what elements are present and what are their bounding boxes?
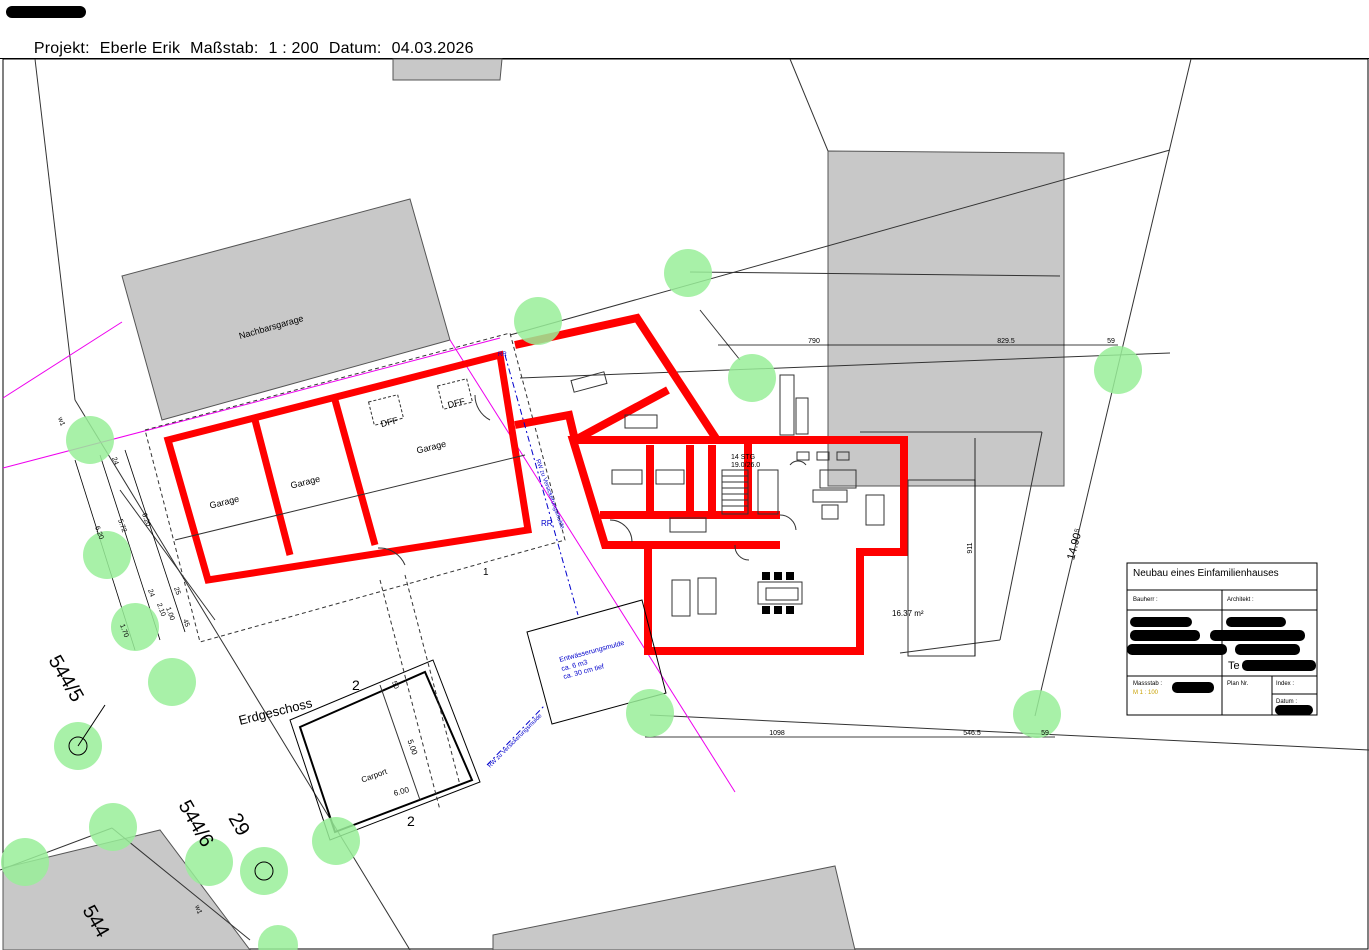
carport-mark-a: 2 xyxy=(352,677,360,693)
dim-top-c: 59 xyxy=(1107,338,1115,345)
label-carport: Carport xyxy=(360,767,389,785)
redacted-field xyxy=(6,6,86,18)
label-dff-1: DFF xyxy=(380,415,400,429)
tree xyxy=(312,817,360,865)
dim-left-e: 24 xyxy=(146,588,155,598)
swale-title: Entwässerungsmulde xyxy=(559,640,626,664)
tree xyxy=(514,297,562,345)
label-w1-a: w1 xyxy=(56,415,66,427)
site-plan-page: Projekt: Eberle Erik Maßstab: 1 : 200 Datum:… xyxy=(0,0,1369,950)
dim-top-a: 790 xyxy=(808,338,820,345)
parcel-boundaries xyxy=(0,58,1369,950)
title-block-title: Neubau eines Einfamilienhauses xyxy=(1133,568,1279,579)
access-dashed-line xyxy=(379,579,441,811)
dim-left-g: 2.10 xyxy=(155,602,166,617)
label-stairs-ratio: 19.0/26.0 xyxy=(731,462,760,469)
neighbour-building-bottom xyxy=(492,865,856,950)
title-block: Neubau eines Einfamilienhauses Bauherr :… xyxy=(1126,562,1318,716)
parcel-label-3: 29 xyxy=(224,810,254,840)
title-block-architekt: Architekt : xyxy=(1227,597,1254,603)
parcel-label-2: 544/6 xyxy=(174,797,218,851)
tree xyxy=(66,416,114,464)
dim-left-i: 25 xyxy=(172,586,181,596)
tree xyxy=(148,658,196,706)
tree xyxy=(1013,690,1061,738)
label-floor: Erdgeschoss xyxy=(237,695,314,728)
neighbour-building-right xyxy=(827,150,1065,487)
label-rr: RR xyxy=(541,519,553,528)
tree xyxy=(626,689,674,737)
dim-bottom-a: 1098 xyxy=(769,730,785,737)
datum-value: 04.03.2026 xyxy=(391,40,474,57)
dining-chairs xyxy=(762,572,794,614)
plan-header: Projekt: Eberle Erik Maßstab: 1 : 200 Datum:… xyxy=(0,0,1369,59)
massstab-value: 1 : 200 xyxy=(268,40,319,57)
dim-left-j: 45 xyxy=(181,618,190,628)
neighbour-building-top xyxy=(392,58,503,81)
datum-label: Datum: xyxy=(328,40,382,57)
tree xyxy=(1094,346,1142,394)
label-garage-1: Garage xyxy=(208,494,240,511)
tree xyxy=(728,354,776,402)
title-block-massstab: Massstab : xyxy=(1133,681,1162,687)
dim-left-b: 5.72 xyxy=(116,518,127,533)
label-terrace-area: 16.37 m² xyxy=(892,609,924,618)
neighbour-garage-building xyxy=(121,198,451,421)
dim-bottom-c: 59 xyxy=(1041,730,1049,737)
title-block-datum: Datum : xyxy=(1276,699,1297,705)
tree xyxy=(1,838,49,886)
label-garage-2: Garage xyxy=(289,474,321,491)
drawing-border xyxy=(2,58,1369,950)
projekt-label: Projekt: xyxy=(33,40,90,57)
tree xyxy=(258,925,298,950)
tree xyxy=(111,603,159,651)
tree xyxy=(185,838,233,886)
dim-diagonal: 14.90⁵ xyxy=(1065,527,1085,561)
title-block-te: Te xyxy=(1228,660,1240,672)
carport-mark-b: 2 xyxy=(407,813,415,829)
parcel-label-1: 544/5 xyxy=(44,652,88,706)
carport xyxy=(289,659,481,841)
carport-dim-b: 6.00 xyxy=(393,785,411,798)
title-block-bauherr: Bauherr : xyxy=(1133,597,1158,603)
label-dff-2: DFF xyxy=(447,396,467,410)
label-swale-pipe: RW zu Versickerungsmulde xyxy=(487,713,544,770)
carport-dim-a: 5.00 xyxy=(405,738,419,756)
tree xyxy=(89,803,137,851)
tree xyxy=(83,531,131,579)
label-rr-2: RR xyxy=(498,352,507,358)
carport-mark-c: 50 xyxy=(390,680,399,690)
dim-top-b: 829.5 xyxy=(997,338,1015,345)
title-block-plan-nr: Plan Nr. xyxy=(1227,681,1249,687)
label-garage-3: Garage xyxy=(415,439,447,456)
projekt-value: Eberle Erik xyxy=(99,40,181,57)
label-stairs: 14 STG xyxy=(731,454,755,461)
tree xyxy=(240,847,288,895)
tree xyxy=(664,249,712,297)
dim-right-vertical: 911 xyxy=(967,542,974,553)
dim-bottom-b: 546.5 xyxy=(963,730,981,737)
title-block-index: Index : xyxy=(1276,681,1294,687)
title-block-massstab-value: M 1 : 100 xyxy=(1133,690,1159,696)
massstab-label: Maßstab: xyxy=(190,40,259,57)
marker-1: 1 xyxy=(483,567,489,578)
site-plan-drawing: Nachbarsgarage Garage Garage Garage DFF … xyxy=(0,58,1369,950)
terrace-outline xyxy=(907,479,976,657)
dim-left-a: 24 xyxy=(110,456,119,466)
